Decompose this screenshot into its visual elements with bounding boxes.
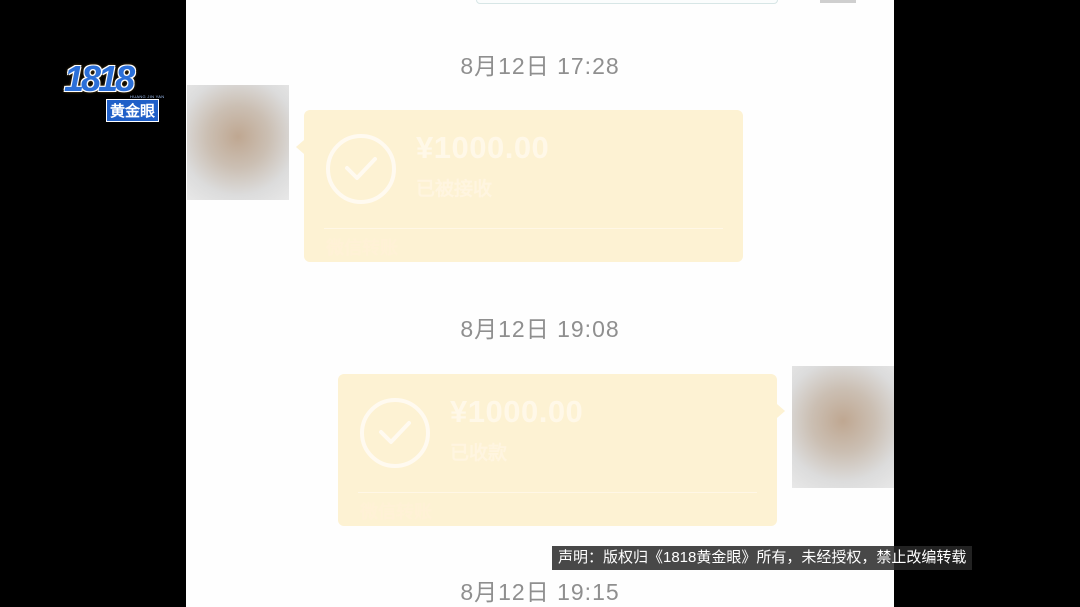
transfer-bubble-received[interactable]: ¥1000.00 已被接收 微信转账: [296, 110, 743, 262]
bubble-divider: [358, 492, 757, 493]
chat-screen: 8月12日 17:28 ¥1000.00 已被接收 微信转账 8月12日 19:…: [186, 0, 894, 607]
bubble-tail: [777, 404, 785, 418]
channel-logo: 1818 HUANG JIN YAN 黄金眼: [64, 58, 168, 124]
logo-number: 1818: [64, 58, 135, 99]
top-bar-mark: [820, 0, 856, 3]
transfer-bubble-sent[interactable]: ¥1000.00 已收款 微信转账: [338, 374, 785, 526]
message-input[interactable]: [476, 0, 778, 4]
transfer-status: 已被接收: [416, 179, 493, 200]
copyright-disclaimer: 声明：版权归《1818黄金眼》所有，未经授权，禁止改编转载: [552, 546, 973, 570]
logo-name: 黄金眼: [106, 99, 160, 122]
transfer-amount: ¥1000.00: [416, 130, 550, 165]
transfer-brand: 微信转账: [326, 238, 398, 258]
timestamp: 8月12日 17:28: [460, 53, 620, 79]
check-circle-icon: [326, 134, 396, 204]
transfer-brand: 微信转账: [360, 502, 432, 522]
check-circle-icon: [360, 398, 430, 468]
timestamp: 8月12日 19:15: [460, 579, 620, 605]
transfer-amount: ¥1000.00: [450, 394, 584, 429]
bubble-tail: [296, 140, 304, 154]
avatar-right[interactable]: [792, 366, 894, 488]
bubble-divider: [324, 228, 723, 229]
avatar-left[interactable]: [187, 85, 289, 200]
timestamp: 8月12日 19:08: [460, 316, 620, 342]
transfer-status: 已收款: [450, 443, 508, 464]
